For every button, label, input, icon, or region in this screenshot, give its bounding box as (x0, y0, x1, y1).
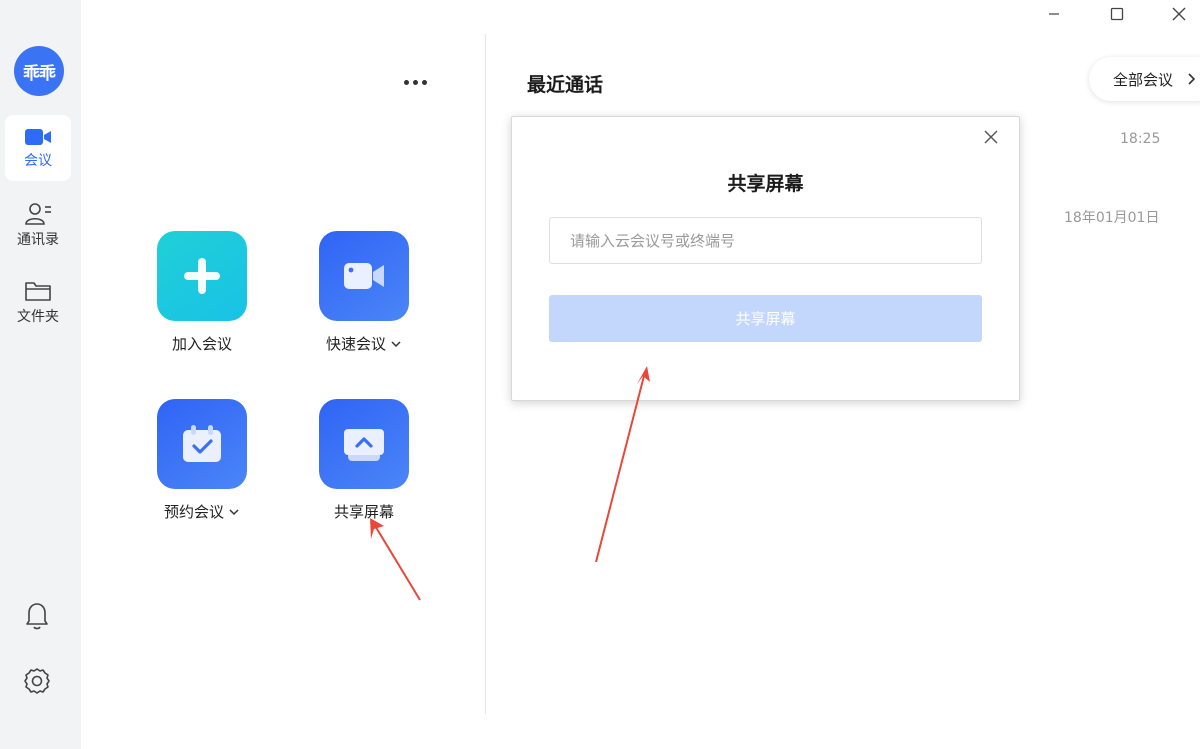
folder-icon (25, 281, 51, 301)
rail-item-label: 文件夹 (17, 308, 59, 325)
quick-meeting-tile[interactable]: 快速会议 (318, 231, 410, 354)
share-screen-label: 共享屏幕 (333, 503, 394, 521)
contacts-icon (25, 202, 51, 225)
notifications-button[interactable] (20, 598, 54, 632)
schedule-meeting-tile[interactable]: 预约会议 (156, 399, 248, 522)
rail-item-label: 会议 (24, 152, 52, 169)
annotation-arrow-line (373, 523, 421, 601)
close-icon (1172, 7, 1186, 21)
dot (421, 79, 427, 85)
join-meeting-label: 加入会议 (171, 335, 232, 353)
share-screen-button[interactable] (319, 399, 409, 489)
dialog-title: 共享屏幕 (727, 173, 804, 195)
plus-icon (184, 258, 220, 294)
minimize-icon (1049, 13, 1059, 15)
left-rail: 乖乖 会议 通讯录 文件夹 (0, 0, 81, 749)
chevron-right-icon (1188, 73, 1196, 85)
gear-icon (24, 668, 50, 694)
close-window-button[interactable] (1167, 2, 1191, 26)
chevron-down-icon[interactable] (390, 338, 402, 350)
rail-item-contacts[interactable]: 通讯录 (5, 192, 71, 258)
bell-icon (26, 603, 48, 630)
video-camera-icon (25, 128, 51, 145)
schedule-meeting-label: 预约会议 (163, 503, 224, 521)
join-meeting-button[interactable] (157, 231, 247, 321)
recent-call-time: 18:25 (1120, 131, 1161, 147)
video-camera-icon (344, 263, 384, 289)
dialog-close-button[interactable] (981, 127, 1001, 147)
settings-button[interactable] (20, 664, 54, 698)
meeting-id-input[interactable] (549, 217, 982, 264)
quick-meeting-label: 快速会议 (325, 335, 386, 353)
minimize-button[interactable] (1042, 2, 1066, 26)
share-screen-dialog: 共享屏幕 共享屏幕 (511, 116, 1020, 401)
calendar-check-icon (183, 425, 221, 462)
dot (403, 79, 409, 85)
join-meeting-tile[interactable]: 加入会议 (156, 231, 248, 354)
all-meetings-label: 全部会议 (1113, 70, 1174, 89)
rail-item-meetings[interactable]: 会议 (5, 115, 71, 181)
share-screen-submit-button[interactable]: 共享屏幕 (549, 295, 982, 342)
avatar[interactable]: 乖乖 (14, 46, 64, 96)
share-screen-tile[interactable]: 共享屏幕 (318, 399, 410, 522)
rail-item-folder[interactable]: 文件夹 (5, 269, 71, 335)
chevron-down-icon[interactable] (228, 506, 240, 518)
panel-divider (485, 34, 486, 714)
recent-calls-title: 最近通话 (527, 74, 604, 96)
recent-call-time: 18年01月01日 (1064, 210, 1160, 226)
schedule-meeting-button[interactable] (157, 399, 247, 489)
quick-meeting-button[interactable] (319, 231, 409, 321)
all-meetings-button[interactable]: 全部会议 (1089, 57, 1200, 101)
maximize-button[interactable] (1105, 2, 1129, 26)
screen-share-icon (344, 429, 384, 461)
close-icon (984, 130, 998, 144)
maximize-icon (1110, 7, 1124, 21)
dot (412, 79, 418, 85)
rail-item-label: 通讯录 (17, 231, 59, 248)
more-menu-button[interactable] (397, 68, 433, 96)
